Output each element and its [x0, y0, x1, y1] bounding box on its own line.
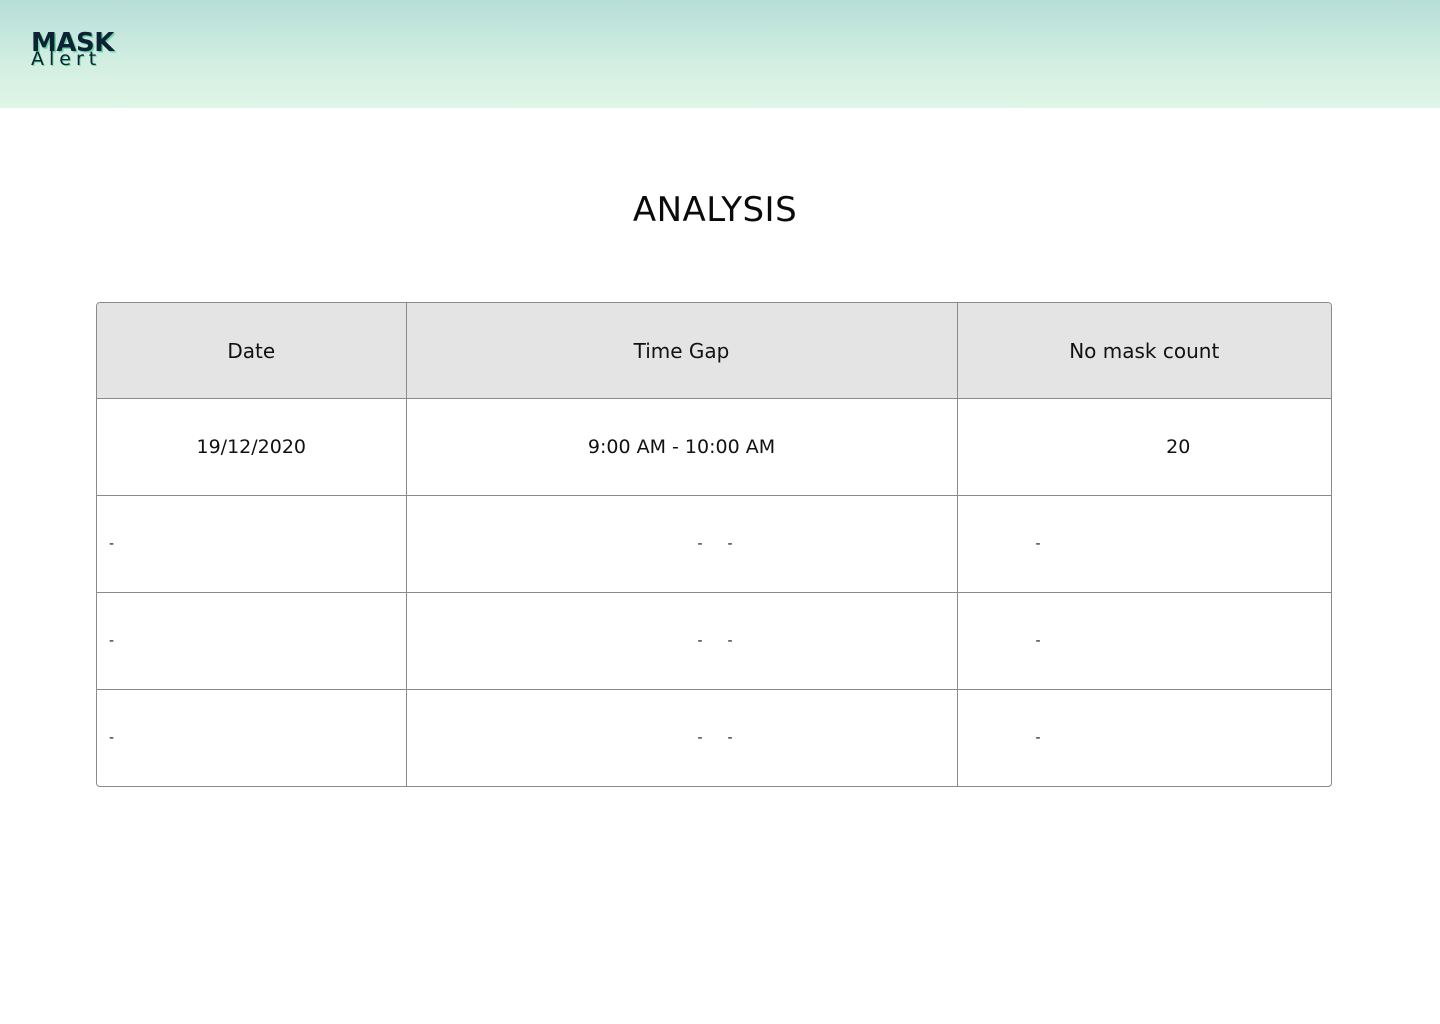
no-mask-count-cell: 20 — [956, 398, 1331, 496]
date-cell: - — [97, 689, 407, 786]
date-cell: 19/12/2020 — [97, 398, 407, 496]
date-cell: - — [97, 592, 407, 690]
time-gap-cell: - - — [405, 592, 958, 690]
no-mask-count-cell: - — [956, 689, 1331, 786]
count-value: - — [1035, 730, 1041, 746]
no-mask-count-cell: - — [956, 495, 1331, 593]
table-row: - - - - — [97, 592, 1331, 690]
no-mask-count-cell: - — [956, 592, 1331, 690]
column-header-no-mask-count: No mask count — [956, 303, 1331, 399]
date-cell: - — [97, 495, 407, 593]
time-end-value: - — [727, 536, 733, 552]
table-row: - - - - — [97, 495, 1331, 593]
mask-alert-logo[interactable]: MASK Alert — [31, 30, 114, 69]
time-gap-cell: - - — [405, 689, 958, 786]
column-header-date: Date — [97, 303, 407, 399]
date-value: - — [109, 730, 115, 746]
count-value: - — [1035, 633, 1041, 649]
analysis-table: Date Time Gap No mask count 19/12/2020 9… — [96, 302, 1332, 787]
app-header: MASK Alert — [0, 0, 1440, 108]
date-value: - — [109, 633, 115, 649]
time-start-value: - — [697, 730, 703, 746]
count-value: - — [1035, 536, 1041, 552]
page-title: ANALYSIS — [632, 190, 798, 230]
time-end-value: - — [727, 633, 733, 649]
table-header-row: Date Time Gap No mask count — [97, 303, 1331, 399]
time-gap-cell: 9:00 AM - 10:00 AM — [405, 398, 958, 496]
time-gap-cell: - - — [405, 495, 958, 593]
column-header-time-gap: Time Gap — [405, 303, 958, 399]
table-row: - - - - — [97, 689, 1331, 786]
time-start-value: - — [697, 536, 703, 552]
time-start-value: - — [697, 633, 703, 649]
table-row: 19/12/2020 9:00 AM - 10:00 AM 20 — [97, 398, 1331, 496]
date-value: - — [109, 536, 115, 552]
time-end-value: - — [727, 730, 733, 746]
